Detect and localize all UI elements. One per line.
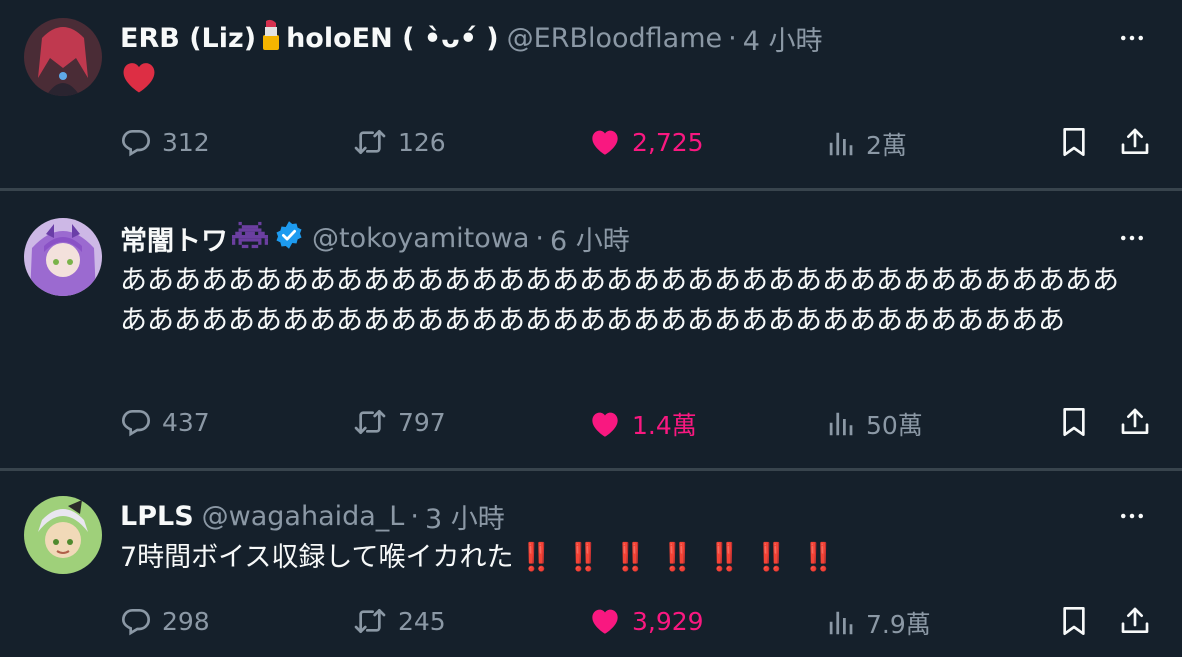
reply-icon — [120, 605, 152, 637]
tweet-text — [120, 60, 1142, 106]
more-icon[interactable] — [1114, 498, 1150, 534]
retweet-count: 245 — [398, 606, 446, 636]
like-icon — [588, 126, 622, 158]
views-button[interactable]: 50萬 — [826, 406, 923, 442]
tweet-1[interactable]: ERB (Liz) holoEN ( •̀ᴗ•́ ) @ERBloodflame… — [0, 0, 1182, 190]
reply-count: 437 — [162, 407, 210, 437]
views-count: 2萬 — [866, 131, 907, 160]
space-invader-icon — [232, 221, 268, 256]
like-icon — [588, 408, 622, 440]
retweet-count: 797 — [398, 407, 446, 437]
retweet-count: 126 — [398, 127, 446, 157]
tweet-text: 7時間ボイス収録して喉イカれた ‼️ ‼️ ‼️ ‼️ ‼️ ‼️ ‼️ — [120, 538, 1142, 578]
share-icon[interactable] — [1119, 126, 1151, 158]
like-count: 2,725 — [632, 127, 704, 157]
views-button[interactable]: 2萬 — [826, 126, 907, 162]
reply-button[interactable]: 298 — [120, 605, 210, 637]
reply-icon — [120, 126, 152, 158]
display-name[interactable]: ERB (Liz) — [120, 23, 256, 54]
reply-button[interactable]: 437 — [120, 406, 210, 438]
bookmark-icon[interactable] — [1058, 406, 1090, 438]
more-icon[interactable] — [1114, 20, 1150, 56]
tweet-header: 常闇トワ @tokoyamitowa · 6 小時 — [120, 218, 630, 258]
views-button[interactable]: 7.9萬 — [826, 605, 931, 641]
views-icon — [826, 608, 856, 638]
like-button[interactable]: 1.4萬 — [588, 406, 697, 442]
retweet-button[interactable]: 245 — [352, 605, 446, 637]
like-button[interactable]: 2,725 — [588, 126, 704, 158]
lipstick-icon — [260, 19, 282, 58]
views-count: 7.9萬 — [866, 610, 931, 639]
timestamp[interactable]: 3 小時 — [425, 497, 505, 536]
views-count: 50萬 — [866, 411, 923, 440]
retweet-icon — [352, 605, 388, 637]
share-icon[interactable] — [1119, 605, 1151, 637]
avatar[interactable] — [24, 496, 102, 574]
timeline-feed: ERB (Liz) holoEN ( •̀ᴗ•́ ) @ERBloodflame… — [0, 0, 1182, 657]
action-bar: 312 126 2,725 2萬 — [0, 126, 1182, 166]
views-icon — [826, 409, 856, 439]
views-icon — [826, 129, 856, 159]
reply-count: 312 — [162, 127, 210, 157]
more-icon[interactable] — [1114, 220, 1150, 256]
tweet-3[interactable]: LPLS @wagahaida_L · 3 小時 7時間ボイス収録して喉イカれた… — [0, 471, 1182, 657]
bookmark-icon[interactable] — [1058, 605, 1090, 637]
retweet-icon — [352, 126, 388, 158]
tweet-header: ERB (Liz) holoEN ( •̀ᴗ•́ ) @ERBloodflame… — [120, 18, 823, 58]
tweet-text: ああああああああああああああああああああああああああああああああああああああああ… — [120, 265, 1119, 336]
display-name[interactable]: LPLS — [120, 501, 194, 532]
timestamp[interactable]: 6 小時 — [550, 219, 630, 258]
action-bar: 437 797 1.4萬 50萬 — [0, 406, 1182, 446]
retweet-button[interactable]: 126 — [352, 126, 446, 158]
verified-badge-icon[interactable] — [274, 220, 304, 257]
avatar[interactable] — [24, 218, 102, 296]
action-bar: 298 245 3,929 7.9萬 — [0, 605, 1182, 645]
timestamp[interactable]: 4 小時 — [743, 19, 823, 58]
reply-button[interactable]: 312 — [120, 126, 210, 158]
avatar[interactable] — [24, 18, 102, 96]
retweet-button[interactable]: 797 — [352, 406, 446, 438]
like-count: 3,929 — [632, 606, 704, 636]
separator-dot: · — [535, 222, 544, 254]
like-icon — [588, 605, 622, 637]
reply-icon — [120, 406, 152, 438]
tweet-text-main: 7時間ボイス収録して喉イカれた — [120, 542, 514, 573]
double-exclamation-emojis: ‼️ ‼️ ‼️ ‼️ ‼️ ‼️ ‼️ — [519, 542, 838, 573]
user-handle[interactable]: @tokoyamitowa — [312, 223, 529, 254]
display-name[interactable]: 常闇トワ — [120, 219, 228, 258]
user-handle[interactable]: @wagahaida_L — [202, 501, 405, 532]
like-button[interactable]: 3,929 — [588, 605, 704, 637]
separator-dot: · — [410, 500, 419, 532]
heart-emoji — [120, 60, 158, 106]
like-count: 1.4萬 — [632, 411, 697, 440]
tweet-2[interactable]: 常闇トワ @tokoyamitowa · 6 小時 ああああああああああああああ… — [0, 191, 1182, 469]
display-name-suffix: holoEN ( •̀ᴗ•́ ) — [286, 22, 499, 54]
tweet-header: LPLS @wagahaida_L · 3 小時 — [120, 496, 505, 536]
separator-dot: · — [728, 22, 737, 54]
reply-count: 298 — [162, 606, 210, 636]
bookmark-icon[interactable] — [1058, 126, 1090, 158]
user-handle[interactable]: @ERBloodflame — [507, 23, 723, 54]
share-icon[interactable] — [1119, 406, 1151, 438]
retweet-icon — [352, 406, 388, 438]
